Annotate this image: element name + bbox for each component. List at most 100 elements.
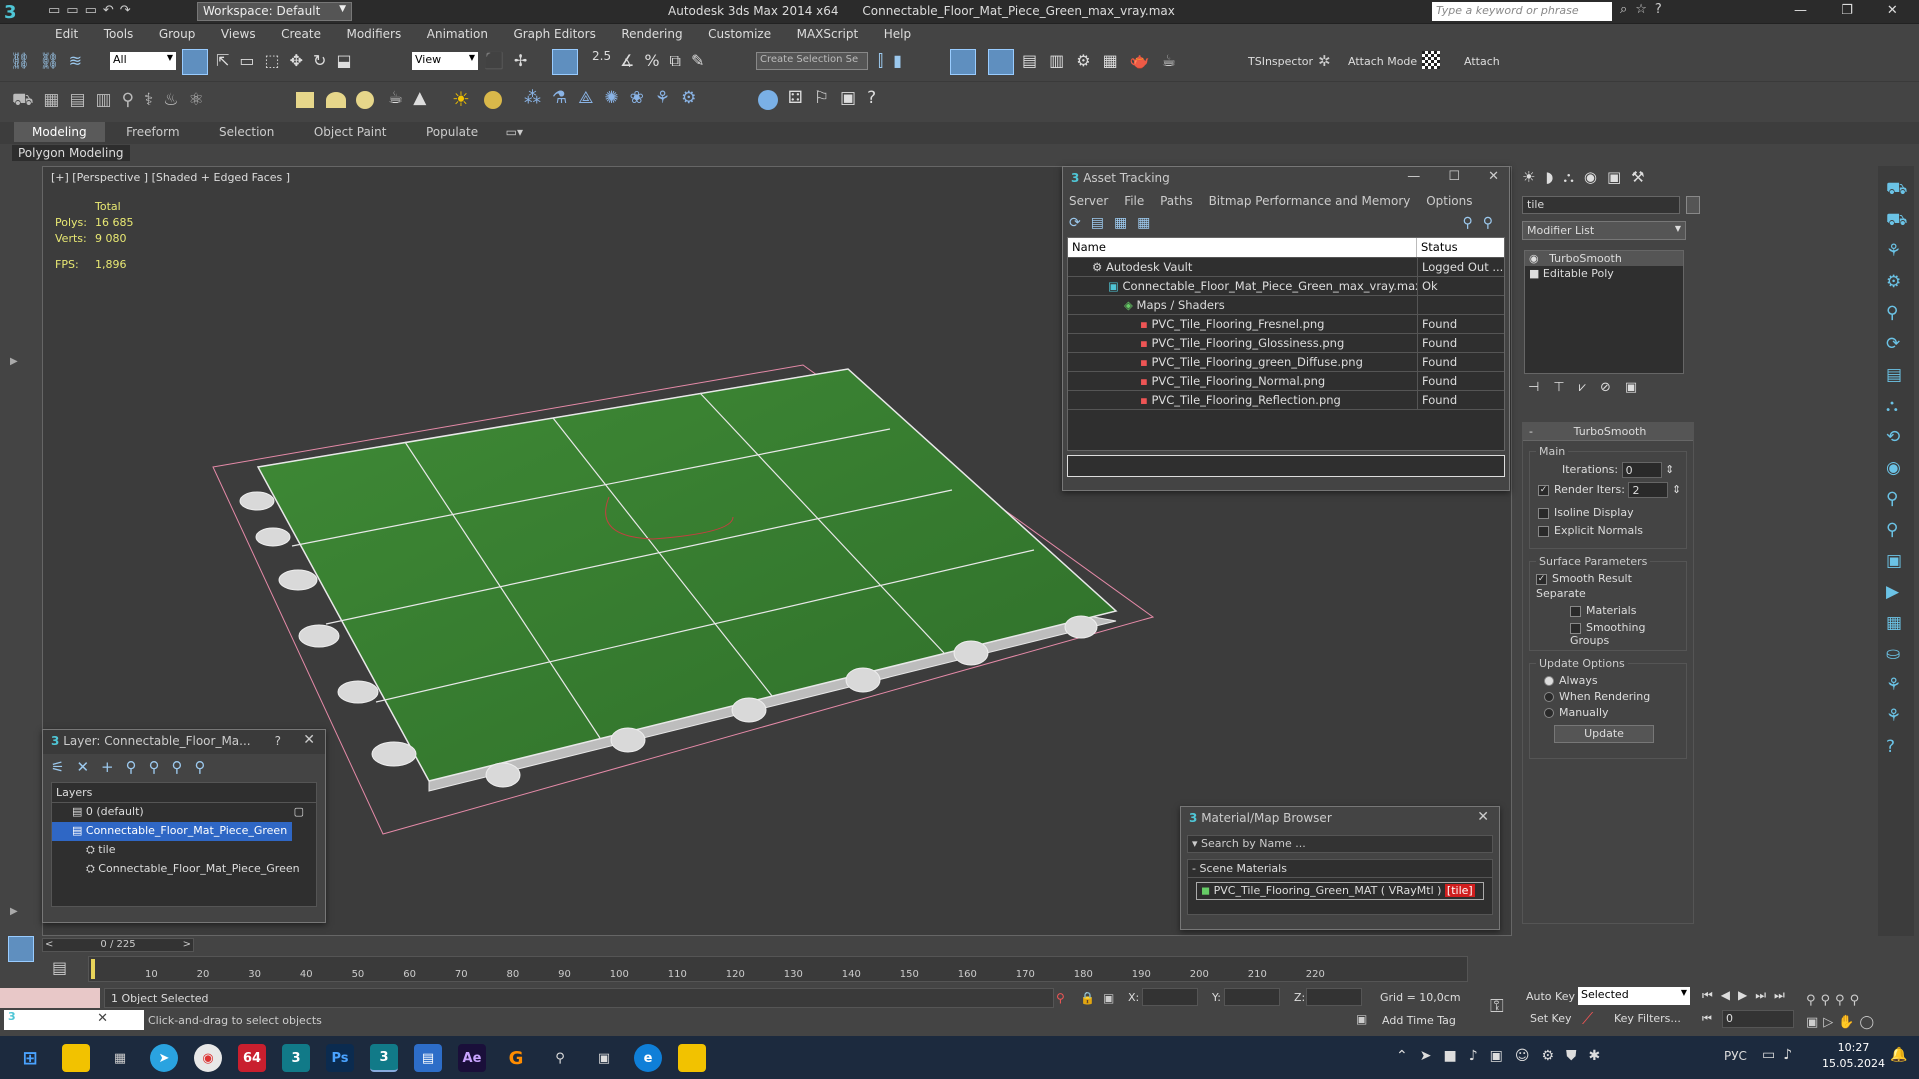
attach-label[interactable]: Attach [1464, 55, 1500, 68]
infocenter-icons[interactable]: ⌕☆? [1620, 2, 1670, 17]
set-key-icon[interactable]: ⟋ [1582, 1009, 1593, 1029]
add-time-tag[interactable]: Add Time Tag [1382, 1014, 1456, 1027]
smooth-result-row[interactable]: ✓ Smooth Result [1534, 566, 1682, 585]
notification-icon[interactable]: 🔔 [1890, 1047, 1907, 1063]
attach-mode-label[interactable]: Attach Mode [1348, 55, 1417, 68]
light-sphere-icon[interactable] [484, 91, 502, 109]
expand-arrow-icon[interactable]: ▶ [10, 356, 18, 367]
current-frame-marker[interactable] [91, 959, 95, 979]
save-app-icon[interactable]: ▣ [590, 1044, 618, 1072]
viewport-expand-icon[interactable]: ▶ [10, 906, 18, 917]
window-controls[interactable]: — ☐ ✕ [1407, 169, 1499, 184]
material-item[interactable]: ◼ PVC_Tile_Flooring_Green_MAT ( VRayMtl … [1196, 882, 1484, 900]
checker-icon[interactable] [1422, 51, 1440, 69]
viewport-nav-controls[interactable]: ⚲⚲⚲⚲ ▣▷✋◯ [1806, 990, 1879, 1034]
render-iters-checkbox[interactable]: ✓ [1538, 484, 1549, 496]
current-frame-field[interactable]: 0 [1722, 1010, 1794, 1028]
asset-tracking-titlebar[interactable]: 3 Asset Tracking — ☐ ✕ [1063, 167, 1509, 191]
materials-checkbox[interactable] [1570, 605, 1581, 617]
layer-explorer-button[interactable] [950, 49, 976, 75]
rollout-header[interactable]: - TurboSmooth [1523, 423, 1693, 441]
isoline-checkbox[interactable] [1538, 507, 1549, 519]
3dsmax-active-icon[interactable]: 3 [370, 1044, 398, 1072]
isolate-icon[interactable]: ⚲ [1056, 991, 1065, 1005]
trackbar-toggle-icon[interactable]: ▤ [52, 958, 67, 977]
notepad-icon[interactable]: ▤ [414, 1044, 442, 1072]
layer-list[interactable]: Layers ▤ 0 (default) ▢ ▤ Connectable_Floo… [51, 782, 317, 907]
pivot-tools-icons[interactable]: ⬛✢ [484, 51, 537, 70]
select-manipulate-button[interactable] [552, 49, 578, 75]
iterations-spinner[interactable]: 0 [1621, 462, 1662, 478]
time-slider[interactable]: <0 / 225 > [42, 938, 194, 952]
menu-customize[interactable]: Customize [697, 24, 782, 44]
folder-icon[interactable] [678, 1044, 706, 1072]
maxscript-input[interactable]: 3 ✕ [4, 1010, 144, 1030]
viewport-nav-icons[interactable]: ⛟ ⛟ ⚘ ⚙ ⚲ ⟳ ▤ ⛬ ⟲ ◉ ⚲ ⚲ ▣ ▶ ▦ ⛀ ⚘ ⚘? [1878, 166, 1914, 771]
layer-item-selected[interactable]: ▤ Connectable_Floor_Mat_Piece_Green [52, 822, 292, 841]
key-icon[interactable]: ⚿ [1490, 996, 1504, 1017]
asset-menu-paths[interactable]: Paths [1160, 194, 1193, 208]
layer-toolbar-icons[interactable]: ⚟✕+⚲⚲⚲⚲ [43, 754, 325, 782]
layer-window[interactable]: 3 Layer: Connectable_Floor_Ma... ? ✕ ⚟✕+… [42, 729, 326, 923]
app-icon[interactable]: ⚲ [546, 1044, 574, 1072]
align-icons[interactable]: ⫿▮ [878, 51, 912, 71]
scene-explorer-button[interactable] [988, 49, 1014, 75]
asset-path-field[interactable] [1067, 455, 1505, 477]
object-name-field[interactable]: tile [1522, 196, 1680, 214]
system-tray-icons[interactable]: ⌃➤■♪▣☺⚙⛊✱ [1396, 1048, 1612, 1064]
manually-radio[interactable] [1544, 708, 1554, 718]
tab-selection[interactable]: Selection [201, 122, 292, 142]
asset-tracking-window[interactable]: 3 Asset Tracking — ☐ ✕ Server File Paths… [1062, 166, 1510, 491]
key-mode-toggle-icon[interactable]: ⏮ [1702, 1012, 1712, 1026]
menu-modifiers[interactable]: Modifiers [335, 24, 412, 44]
tab-populate[interactable]: Populate [408, 122, 496, 142]
render-icons[interactable]: ▤▥⚙▦🫖☕ [1022, 51, 1188, 70]
asset-row[interactable]: ▪ PVC_Tile_Flooring_Normal.png Found [1068, 372, 1504, 391]
particle-icons[interactable]: ⁂⚗⟁✺❀⚘⚙ [524, 88, 707, 108]
close-icon[interactable]: ✕ [97, 1011, 108, 1026]
materials-row[interactable]: Materials [1534, 600, 1682, 617]
trackbar[interactable]: 10 20 30 40 50 60 70 80 90 100 110 120 1… [88, 956, 1468, 982]
menu-edit[interactable]: Edit [44, 24, 89, 44]
mini-listener-button[interactable] [8, 936, 34, 962]
modifier-list-dropdown[interactable]: Modifier List ▼ [1522, 221, 1686, 240]
ref-coord-dropdown[interactable]: View ▼ [412, 52, 478, 70]
asset-row[interactable]: ▪ PVC_Tile_Flooring_Glossiness.png Found [1068, 334, 1504, 353]
scene-materials-section[interactable]: - Scene Materials [1188, 860, 1492, 878]
close-icon[interactable]: ✕ [303, 732, 315, 748]
material-browser-titlebar[interactable]: 3 Material/Map Browser ✕ [1181, 807, 1499, 831]
after-effects-icon[interactable]: Ae [458, 1044, 486, 1072]
app-64-icon[interactable]: 64 [238, 1044, 266, 1072]
when-rendering-radio[interactable] [1544, 692, 1554, 702]
task-view-icon[interactable]: ▦ [106, 1044, 134, 1072]
smooth-result-checkbox[interactable]: ✓ [1536, 573, 1547, 585]
select-object-button[interactable] [182, 49, 208, 75]
iterations-row[interactable]: Iterations: 0 ⇕ [1534, 456, 1682, 478]
key-filters-button[interactable]: Key Filters... [1614, 1012, 1681, 1025]
file-explorer-icon[interactable] [62, 1044, 90, 1072]
explicit-normals-row[interactable]: Explicit Normals [1534, 519, 1682, 537]
time-tag-icon[interactable]: ▣ [1356, 1012, 1367, 1026]
asset-menu-options[interactable]: Options [1426, 194, 1472, 208]
explicit-normals-checkbox[interactable] [1538, 525, 1549, 537]
g-app-icon[interactable]: G [502, 1044, 530, 1072]
snap-icons[interactable]: ∡%⧉✎ [620, 51, 714, 71]
auto-key-button[interactable]: Auto Key [1526, 990, 1575, 1003]
utility-icons[interactable]: ⚃⚐▣? [788, 88, 887, 108]
menu-help[interactable]: Help [873, 24, 922, 44]
app-logo-icon[interactable]: 3 [4, 2, 34, 23]
when-rendering-row[interactable]: When Rendering [1534, 687, 1682, 703]
polygon-modeling-label[interactable]: Polygon Modeling [12, 145, 130, 161]
network-volume-icons[interactable]: ▭♪ [1762, 1047, 1800, 1063]
menu-views[interactable]: Views [210, 24, 267, 44]
material-list[interactable]: - Scene Materials ◼ PVC_Tile_Flooring_Gr… [1187, 859, 1493, 915]
set-key-button[interactable]: Set Key [1530, 1012, 1572, 1025]
edge-icon[interactable]: e [634, 1044, 662, 1072]
smoothing-groups-checkbox[interactable] [1570, 622, 1581, 634]
search-input[interactable]: Type a keyword or phrase [1432, 2, 1612, 21]
select-tools-icons[interactable]: ⇱▭⬚✥↻⬓ [216, 51, 362, 70]
x-coord-field[interactable] [1142, 988, 1198, 1006]
selection-filter-dropdown[interactable]: All ▼ [110, 52, 176, 70]
asset-grid[interactable]: Name Status ⚙ Autodesk Vault Logged Out .… [1067, 237, 1505, 451]
tsinspector-label[interactable]: TSInspector [1248, 55, 1313, 68]
